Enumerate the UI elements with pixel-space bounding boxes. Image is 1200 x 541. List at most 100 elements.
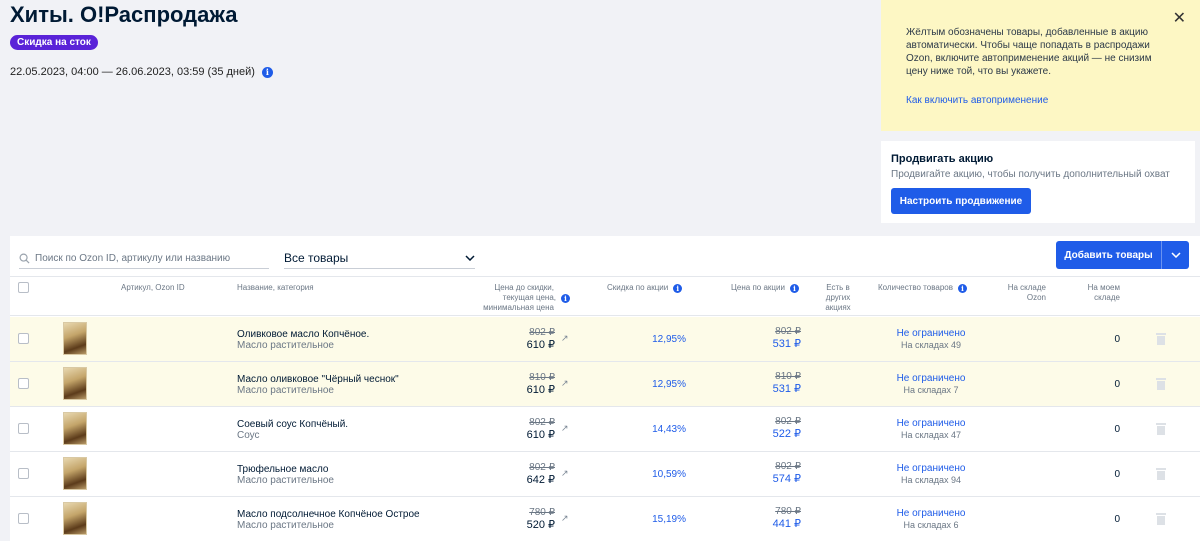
discount-percent[interactable]: 14,43% — [620, 424, 686, 435]
product-thumbnail[interactable] — [63, 322, 87, 355]
discount-percent[interactable]: 12,95% — [620, 334, 686, 345]
my-warehouse-stock: 0 — [1114, 514, 1120, 525]
product-name[interactable]: Масло подсолнечное Копчёное Острое — [237, 509, 420, 520]
old-price: 780 ₽ — [529, 507, 555, 518]
product-category: Масло растительное — [237, 520, 334, 531]
header-discount-text: Скидка по акции — [607, 283, 669, 292]
search-input[interactable] — [35, 252, 260, 264]
search-icon — [19, 253, 30, 264]
product-category: Соус — [237, 430, 260, 441]
promo-card: Продвигать акцию Продвигайте акцию, чтоб… — [881, 141, 1195, 223]
product-thumbnail[interactable] — [63, 457, 87, 490]
select-all-checkbox[interactable] — [18, 282, 29, 293]
header-my-wh-line2: складе — [1094, 293, 1120, 302]
discount-percent[interactable]: 12,95% — [620, 379, 686, 390]
quantity-warehouses: На складах 49 — [900, 340, 962, 350]
add-products-group: Добавить товары — [1056, 241, 1189, 269]
table-row: Масло подсолнечное Копчёное Острое Масло… — [10, 497, 1200, 541]
close-icon[interactable]: ✕ — [1173, 8, 1186, 28]
table-row: Оливковое масло Копчёное. Масло растител… — [10, 317, 1200, 362]
header-price-before: Цена до скидки, текущая цена, i минималь… — [470, 283, 570, 313]
edit-price-icon[interactable]: ↗ — [561, 513, 569, 524]
setup-promotion-button[interactable]: Настроить продвижение — [891, 188, 1031, 214]
action-old-price: 802 ₽ — [775, 326, 801, 337]
header-ozon-wh-line1: На складе — [1007, 283, 1046, 292]
promo-dates: 22.05.2023, 04:00 — 26.06.2023, 03:59 (3… — [10, 66, 273, 78]
header-ozon-warehouse: На складе Ozon — [1000, 283, 1046, 303]
trash-icon[interactable] — [1156, 333, 1166, 345]
product-name[interactable]: Оливковое масло Копчёное. — [237, 329, 369, 340]
product-name[interactable]: Соевый соус Копчёный. — [237, 419, 348, 430]
header-price-before-line2: текущая цена, i — [470, 293, 570, 303]
quantity-warehouses: На складах 47 — [900, 430, 962, 440]
header-other-promos: Есть в других акциях — [818, 283, 858, 313]
action-price[interactable]: 441 ₽ — [750, 517, 801, 530]
current-price: 610 ₽ — [526, 429, 555, 441]
trash-icon[interactable] — [1156, 513, 1166, 525]
info-icon[interactable]: i — [957, 283, 967, 293]
row-checkbox[interactable] — [18, 513, 29, 524]
filter-value: Все товары — [284, 251, 349, 265]
old-price: 802 ₽ — [529, 417, 555, 428]
action-old-price: 802 ₽ — [775, 416, 801, 427]
table-header: Артикул, Ozon ID Название, категория Цен… — [10, 276, 1200, 316]
old-price: 802 ₽ — [529, 462, 555, 473]
table-row: Масло оливковое "Чёрный чеснок" Масло ра… — [10, 362, 1200, 407]
add-products-menu-button[interactable] — [1162, 241, 1189, 269]
quantity-limit[interactable]: Не ограничено — [878, 328, 984, 339]
product-thumbnail[interactable] — [63, 502, 87, 535]
quantity-limit[interactable]: Не ограничено — [878, 508, 984, 519]
action-price[interactable]: 531 ₽ — [750, 382, 801, 395]
row-checkbox[interactable] — [18, 378, 29, 389]
info-icon[interactable]: i — [673, 283, 683, 293]
edit-price-icon[interactable]: ↗ — [561, 378, 569, 389]
promo-dates-text: 22.05.2023, 04:00 — 26.06.2023, 03:59 (3… — [10, 66, 255, 78]
header-action-price: Цена по акции i — [731, 283, 799, 293]
header-price-before-line2-text: текущая цена, — [502, 293, 556, 302]
info-icon[interactable]: i — [261, 66, 273, 78]
promo-card-title: Продвигать акцию — [891, 153, 994, 165]
quantity-limit[interactable]: Не ограничено — [878, 418, 984, 429]
header-other-line3: акциях — [825, 303, 851, 312]
product-thumbnail[interactable] — [63, 412, 87, 445]
quantity-warehouses: На складах 6 — [903, 520, 959, 530]
promo-type-badge: Скидка на сток — [10, 35, 98, 50]
quantity-warehouses: На складах 94 — [900, 475, 962, 485]
info-icon[interactable]: i — [561, 293, 570, 303]
row-checkbox[interactable] — [18, 423, 29, 434]
action-price[interactable]: 531 ₽ — [750, 337, 801, 350]
chevron-down-icon — [465, 255, 475, 261]
discount-percent[interactable]: 15,19% — [620, 514, 686, 525]
products-filter-select[interactable]: Все товары — [284, 248, 475, 269]
action-old-price: 802 ₽ — [775, 461, 801, 472]
product-name[interactable]: Масло оливковое "Чёрный чеснок" — [237, 374, 399, 385]
trash-icon[interactable] — [1156, 423, 1166, 435]
row-checkbox[interactable] — [18, 333, 29, 344]
edit-price-icon[interactable]: ↗ — [561, 423, 569, 434]
search-box — [19, 248, 269, 269]
product-category: Масло растительное — [237, 340, 334, 351]
trash-icon[interactable] — [1156, 378, 1166, 390]
header-ozon-wh-line2: Ozon — [1026, 293, 1046, 302]
discount-percent[interactable]: 10,59% — [620, 469, 686, 480]
info-icon[interactable]: i — [789, 283, 799, 293]
action-price[interactable]: 522 ₽ — [750, 427, 801, 440]
trash-icon[interactable] — [1156, 468, 1166, 480]
products-table-panel: Все товары Добавить товары Артикул, Ozon… — [10, 236, 1200, 541]
quantity-limit[interactable]: Не ограничено — [878, 463, 984, 474]
header-price-before-line3: минимальная цена — [483, 303, 554, 312]
my-warehouse-stock: 0 — [1114, 379, 1120, 390]
header-other-line2: других — [825, 293, 851, 302]
action-old-price: 780 ₽ — [775, 506, 801, 517]
edit-price-icon[interactable]: ↗ — [561, 468, 569, 479]
product-name[interactable]: Трюфельное масло — [237, 464, 328, 475]
auto-apply-link[interactable]: Как включить автоприменение — [906, 95, 1160, 106]
row-checkbox[interactable] — [18, 468, 29, 479]
quantity-limit[interactable]: Не ограничено — [878, 373, 984, 384]
add-products-button[interactable]: Добавить товары — [1056, 241, 1162, 269]
my-warehouse-stock: 0 — [1114, 469, 1120, 480]
product-thumbnail[interactable] — [63, 367, 87, 400]
action-price[interactable]: 574 ₽ — [750, 472, 801, 485]
edit-price-icon[interactable]: ↗ — [561, 333, 569, 344]
product-category: Масло растительное — [237, 385, 334, 396]
